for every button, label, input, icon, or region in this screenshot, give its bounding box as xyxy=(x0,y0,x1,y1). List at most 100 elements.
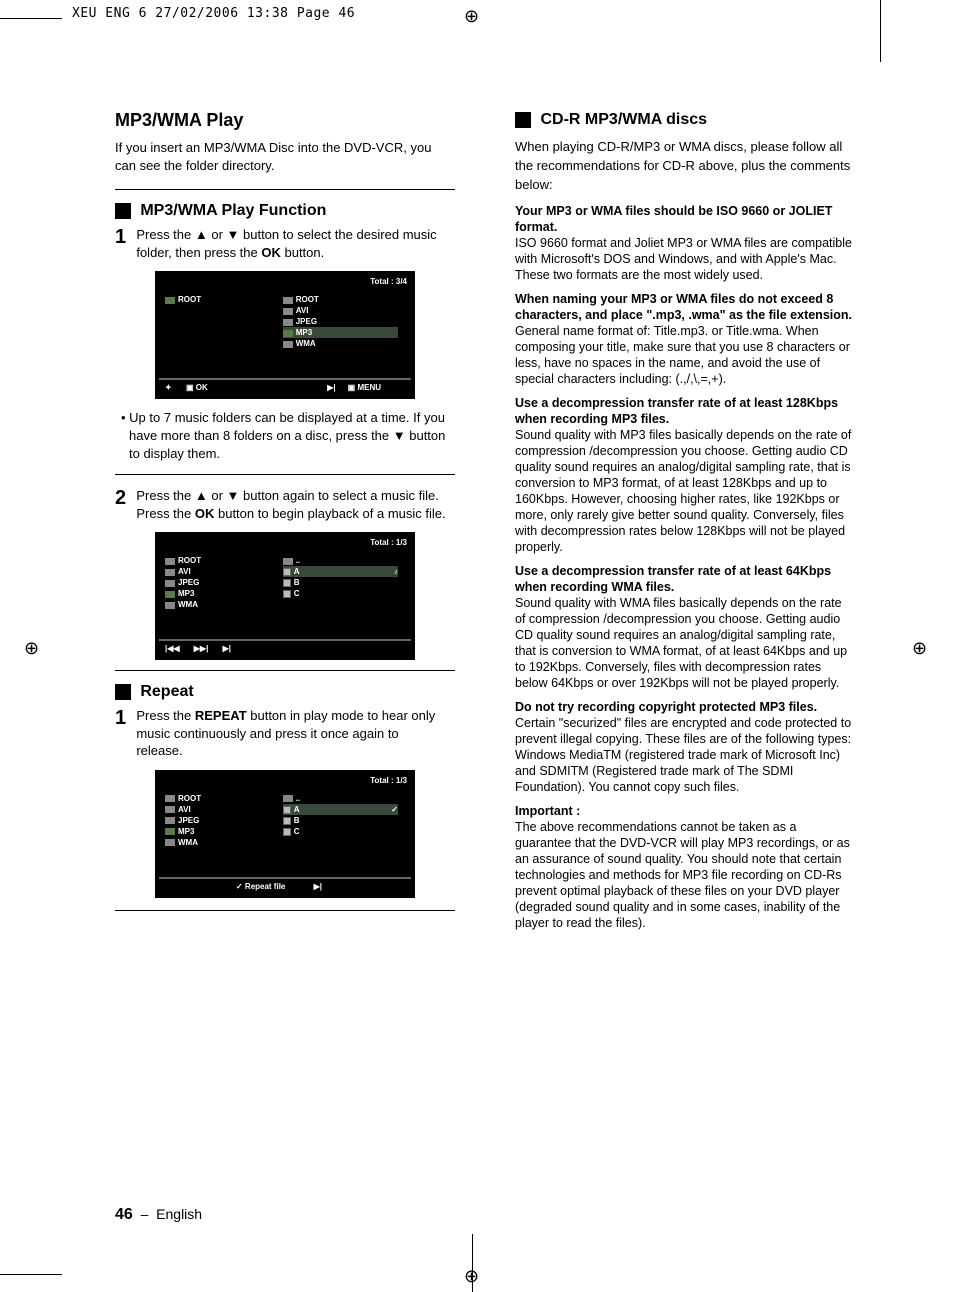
item-label: MP3 xyxy=(296,328,312,337)
left-column: MP3/WMA Play If you insert an MP3/WMA Di… xyxy=(115,110,455,923)
divider xyxy=(115,910,455,911)
dpad-icon: ✦ xyxy=(165,383,172,392)
osd-row: JPEG xyxy=(283,316,398,327)
folder-icon xyxy=(165,795,175,802)
square-bullet-icon xyxy=(115,684,131,700)
osd-row: B xyxy=(283,815,398,826)
step-text: Press the ▲ or ▼ button to select the de… xyxy=(136,226,446,261)
repeat-file-label: ✓ Repeat file xyxy=(236,882,285,891)
step-number: 2 xyxy=(115,487,133,510)
item-label: A xyxy=(294,805,300,814)
body-text: Certain "securized" files are encrypted … xyxy=(515,716,851,794)
paragraph: Use a decompression transfer rate of at … xyxy=(515,395,855,555)
osd-row: B xyxy=(283,577,398,588)
item-label: JPEG xyxy=(178,578,199,587)
music-note-icon: ♪ xyxy=(394,567,398,576)
item-label: AVI xyxy=(296,306,309,315)
bold-heading: Important : xyxy=(515,804,580,818)
osd-row-selected: A✓ xyxy=(283,804,398,815)
text: button to begin playback of a music file… xyxy=(214,506,445,521)
file-icon xyxy=(283,806,291,814)
folder-icon xyxy=(165,569,175,576)
text: button. xyxy=(281,245,324,260)
item-label: AVI xyxy=(178,805,191,814)
step-number: 1 xyxy=(115,226,133,249)
osd-row: AVI xyxy=(283,305,398,316)
folder-icon xyxy=(165,558,175,565)
item-label: ROOT xyxy=(178,295,201,304)
bold-heading: When naming your MP3 or WMA files do not… xyxy=(515,292,852,322)
item-label: .. xyxy=(296,556,300,565)
section-title: CD-R MP3/WMA discs xyxy=(540,110,707,130)
osd-total: Total : 1/3 xyxy=(159,536,411,549)
item-label: WMA xyxy=(178,600,198,609)
section-title: MP3/WMA Play Function xyxy=(140,202,326,220)
divider xyxy=(115,189,455,190)
body-text: General name format of: Title.mp3. or Ti… xyxy=(515,324,850,386)
folder-icon xyxy=(165,297,175,304)
osd-row-selected: MP3 xyxy=(283,327,398,338)
divider xyxy=(115,670,455,671)
registration-mark: ⊕ xyxy=(912,638,927,659)
check-icon: ✓ xyxy=(391,805,398,814)
osd-footer: ✦ ▣ OK ▣ MENU ▶| xyxy=(159,378,411,395)
item-label: JPEG xyxy=(296,317,317,326)
file-icon xyxy=(283,590,291,598)
item-label: WMA xyxy=(296,339,316,348)
folder-icon xyxy=(283,558,293,565)
item-label: MP3 xyxy=(178,589,194,598)
paragraph: Do not try recording copyright protected… xyxy=(515,699,855,795)
osd-row: AVI xyxy=(165,566,280,577)
item-label: ROOT xyxy=(178,794,201,803)
folder-icon xyxy=(165,580,175,587)
folder-icon xyxy=(283,330,293,337)
next-icon: ▶▶| xyxy=(194,644,209,653)
folder-icon xyxy=(283,308,293,315)
body-text: ISO 9660 format and Joliet MP3 or WMA fi… xyxy=(515,236,852,282)
body-text: The above recommendations cannot be take… xyxy=(515,820,850,930)
paragraph: When naming your MP3 or WMA files do not… xyxy=(515,291,855,387)
step-2: 2 Press the ▲ or ▼ button again to selec… xyxy=(115,487,455,522)
osd-footer: ✓ Repeat file ▶| xyxy=(159,877,411,894)
folder-icon xyxy=(165,828,175,835)
osd-footer: |◀◀ ▶▶| ▶| xyxy=(159,639,411,656)
osd-row: WMA xyxy=(283,338,398,349)
divider xyxy=(115,474,455,475)
osd-screenshot-3: Total : 1/3 ROOT AVI JPEG MP3 WMA .. A✓ … xyxy=(155,770,415,898)
registration-mark: ⊕ xyxy=(464,1266,479,1287)
file-icon xyxy=(283,828,291,836)
section-cdr-header: CD-R MP3/WMA discs xyxy=(515,110,855,130)
page-title: MP3/WMA Play xyxy=(115,110,455,131)
page-number: 46 xyxy=(115,1206,133,1223)
osd-row: C xyxy=(283,588,398,599)
osd-row: ROOT xyxy=(165,793,280,804)
folder-icon xyxy=(165,591,175,598)
item-label: B xyxy=(294,816,300,825)
osd-row: MP3 xyxy=(165,588,280,599)
play-icon: ▶| xyxy=(223,644,231,653)
ok-label: OK xyxy=(195,506,215,521)
paragraph: When playing CD-R/MP3 or WMA discs, plea… xyxy=(515,138,855,195)
folder-icon xyxy=(283,341,293,348)
registration-mark: ⊕ xyxy=(24,638,39,659)
osd-row: .. xyxy=(283,793,398,804)
footer-sep: – xyxy=(141,1206,149,1222)
osd-row-selected: A♪ xyxy=(283,566,398,577)
osd-row: WMA xyxy=(165,837,280,848)
item-label: AVI xyxy=(178,567,191,576)
ok-label: OK xyxy=(196,383,208,392)
text: Press the xyxy=(136,708,195,723)
file-icon xyxy=(283,579,291,587)
bullet-note: • Up to 7 music folders can be displayed… xyxy=(115,409,455,462)
osd-row: MP3 xyxy=(165,826,280,837)
bold-heading: Use a decompression transfer rate of at … xyxy=(515,564,831,594)
square-bullet-icon xyxy=(115,203,131,219)
ok-label: OK xyxy=(261,245,281,260)
item-label: C xyxy=(294,827,300,836)
osd-row: ROOT xyxy=(283,294,398,305)
item-label: ROOT xyxy=(178,556,201,565)
right-column: CD-R MP3/WMA discs When playing CD-R/MP3… xyxy=(515,110,855,939)
item-label: B xyxy=(294,578,300,587)
step-number: 1 xyxy=(115,707,133,730)
step-text: Press the ▲ or ▼ button again to select … xyxy=(136,487,446,522)
